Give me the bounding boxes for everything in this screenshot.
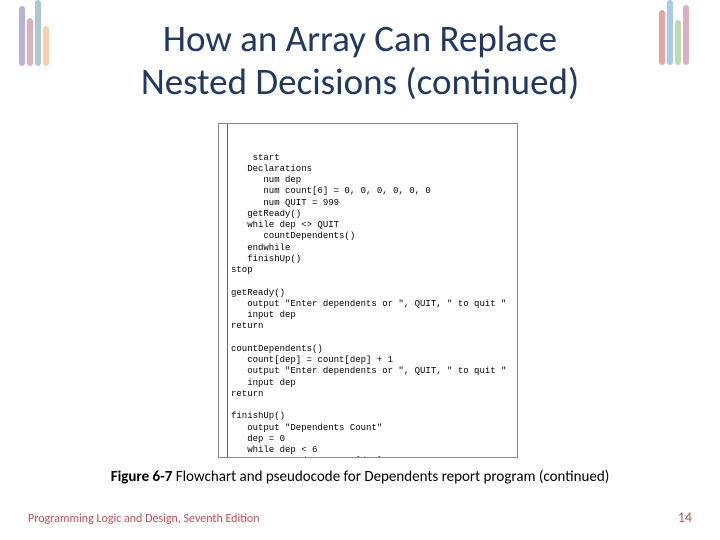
figure-label: Figure 6-7 [111,468,173,486]
title-line-2: Nested Decisions (continued) [141,59,579,104]
title-line-1: How an Array Can Replace [163,16,557,61]
pseudocode-box: start Declarations num dep num count[6] … [218,123,518,458]
slide: How an Array Can Replace Nested Decision… [0,0,720,540]
slide-title: How an Array Can Replace Nested Decision… [0,18,720,103]
figure-caption: Figure 6-7 Flowchart and pseudocode for … [0,468,720,486]
code-margin-rule [227,124,228,457]
figure-caption-text: Flowchart and pseudocode for Dependents … [172,468,609,486]
pseudocode-text: start Declarations num dep num count[6] … [231,153,506,459]
footer-page-number: 14 [678,509,692,526]
footer-book-title: Programming Logic and Design, Seventh Ed… [28,512,260,526]
